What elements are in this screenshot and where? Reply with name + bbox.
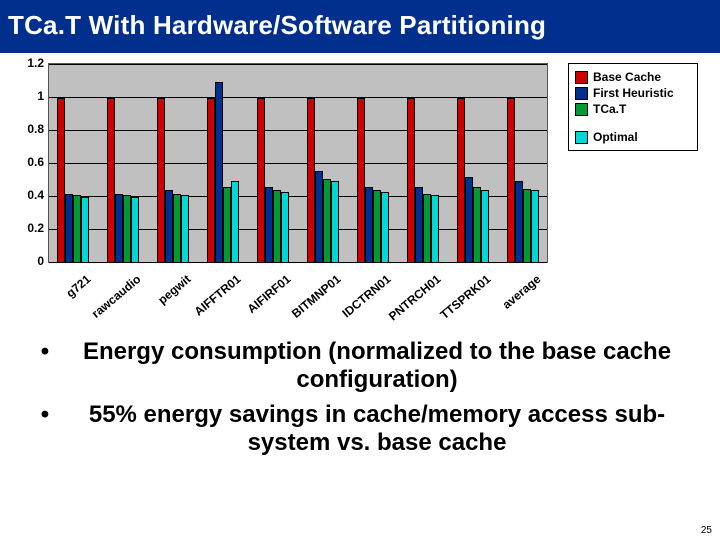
slide: TCa.T With Hardware/Software Partitionin… [0,0,720,540]
bar [331,181,339,264]
bullet-text: 55% energy savings in cache/memory acces… [62,401,692,458]
legend-swatch [575,71,588,84]
bar [223,187,231,263]
bar [381,192,389,263]
bullet-text: Energy consumption (normalized to the ba… [62,338,692,395]
y-tick-label: 1.2 [27,56,44,70]
legend-label: Base Cache [593,70,661,84]
legend-swatch [575,131,588,144]
bar [81,197,89,263]
bar-groups [48,63,548,263]
bar [181,195,189,263]
legend-item: First Heuristic [575,86,691,100]
bar [407,98,415,263]
bar [265,187,273,263]
legend-swatch [575,87,588,100]
bar [531,190,539,263]
x-tick-label: BITMNP01 [289,272,343,321]
bar [65,194,73,263]
bar [481,190,489,263]
bar [107,98,115,263]
bullet-dot: • [28,401,62,458]
x-tick-label: pegwit [155,272,193,307]
legend-label: TCa.T [593,102,626,116]
bar [231,181,239,264]
bar [473,187,481,263]
bullet-item: • 55% energy savings in cache/memory acc… [28,401,692,458]
chart: 00.20.40.60.811.2 g721rawcaudiopegwitAIF… [8,59,562,324]
x-tick-label: rawcaudio [89,272,143,321]
bar [523,189,531,263]
bar [357,98,365,263]
y-tick-label: 0.2 [27,221,44,235]
bar [423,194,431,263]
x-tick-label: average [500,272,544,312]
x-tick-label: TTSPRK01 [437,272,493,322]
bullets: • Energy consumption (normalized to the … [28,338,692,457]
y-tick-label: 1 [37,89,44,103]
bar [165,190,173,263]
bar [515,181,523,264]
bar [57,98,65,263]
legend-label: First Heuristic [593,86,674,100]
bar [431,195,439,263]
legend-label: Optimal [593,130,638,144]
legend-item: TCa.T [575,102,691,116]
bar [315,171,323,263]
bar [365,187,373,263]
bullet-dot: • [28,338,62,395]
bar [123,195,131,263]
bar [115,194,123,263]
x-axis-labels: g721rawcaudio pegwitAIFFTR01AIFIRF01BITMN… [48,267,548,323]
bar [273,190,281,263]
x-tick-label: AIFIRF01 [245,272,294,316]
y-tick-label: 0.8 [27,122,44,136]
legend-item: Base Cache [575,70,691,84]
y-tick-label: 0 [37,254,44,268]
x-tick-label: g721 [63,272,93,300]
y-tick-label: 0.6 [27,155,44,169]
bar [465,177,473,263]
chart-wrap: 00.20.40.60.811.2 g721rawcaudiopegwitAIF… [8,59,712,324]
bullet-item: • Energy consumption (normalized to the … [28,338,692,395]
bar [157,98,165,263]
bar [415,187,423,263]
x-tick-label: AIFFTR01 [192,272,244,319]
slide-title: TCa.T With Hardware/Software Partitionin… [0,0,720,53]
legend: Base Cache First Heuristic TCa.T Optimal [568,63,698,151]
page-number: 25 [701,525,712,536]
bar [373,190,381,263]
bar [257,98,265,263]
bar [73,195,81,263]
bar [507,98,515,263]
bar [215,82,223,264]
bar [131,197,139,263]
y-axis-ticks: 0 0.2 0.4 0.6 0.8 1 1.2 [8,59,46,267]
legend-swatch [575,103,588,116]
x-tick-label: PNTRCH01 [386,272,444,323]
bar [173,194,181,263]
y-tick-label: 0.4 [27,188,44,202]
bar [281,192,289,263]
bar [323,179,331,263]
bar [207,98,215,263]
content-area: 00.20.40.60.811.2 g721rawcaudiopegwitAIF… [0,53,720,457]
bar [307,98,315,263]
bar [457,98,465,263]
legend-item: Optimal [575,130,691,144]
